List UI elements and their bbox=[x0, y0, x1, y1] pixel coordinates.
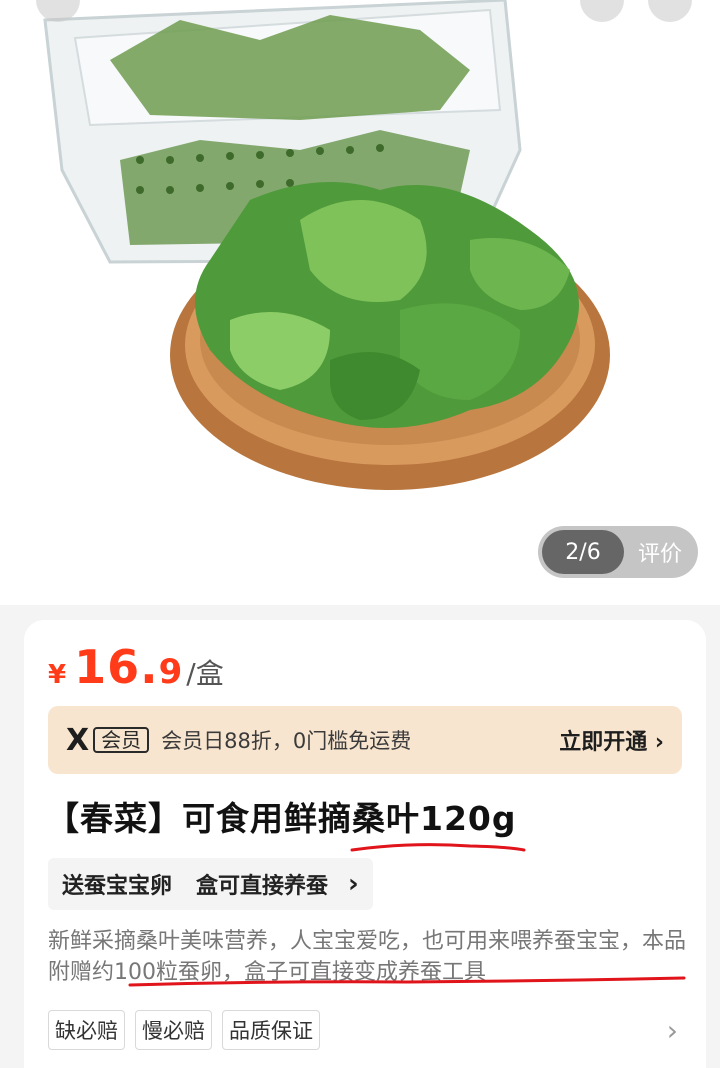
price: ¥ 16. 9 /盒 bbox=[48, 640, 224, 694]
gallery-pager[interactable]: 2/6 评价 bbox=[538, 526, 698, 578]
guarantee-missing: 缺必赔 bbox=[48, 1010, 125, 1050]
chevron-right-icon: › bbox=[348, 869, 359, 899]
price-integer: 16. bbox=[74, 640, 159, 694]
guarantee-badges[interactable]: 缺必赔 慢必赔 品质保证 bbox=[48, 1010, 330, 1050]
chevron-right-icon[interactable]: › bbox=[667, 1014, 678, 1047]
title-annotation-underline bbox=[350, 843, 526, 852]
description-annotation-underline bbox=[128, 976, 686, 987]
price-unit: /盒 bbox=[186, 657, 224, 690]
vip-banner[interactable]: X 会员 会员日88折，0门槛免运费 立即开通 › bbox=[48, 706, 682, 774]
product-image-gallery[interactable]: 2/6 评价 bbox=[0, 0, 720, 605]
vip-offer-text: 会员日88折，0门槛免运费 bbox=[161, 729, 412, 753]
gift-tag-box: 盒可直接养蚕 bbox=[196, 874, 329, 899]
gift-tag-row[interactable]: 送蚕宝宝卵 盒可直接养蚕 › bbox=[48, 858, 373, 910]
guarantee-quality: 品质保证 bbox=[222, 1010, 320, 1050]
product-photo bbox=[43, 0, 610, 490]
product-info-card: ¥ 16. 9 /盒 X 会员 会员日88折，0门槛免运费 立即开通 › 【春菜… bbox=[24, 620, 706, 1068]
vip-activate-button[interactable]: 立即开通 › bbox=[559, 724, 664, 756]
product-title: 【春菜】可食用鲜摘桑叶120g bbox=[46, 799, 517, 838]
vip-logo-icon: X bbox=[66, 722, 90, 758]
currency-symbol: ¥ bbox=[48, 660, 67, 690]
review-link[interactable]: 评价 bbox=[638, 536, 682, 568]
vip-tag: 会员 bbox=[93, 727, 150, 753]
gift-tag-eggs: 送蚕宝宝卵 bbox=[62, 874, 173, 899]
price-decimal: 9 bbox=[158, 652, 183, 692]
guarantee-late: 慢必赔 bbox=[135, 1010, 212, 1050]
page-indicator: 2/6 bbox=[542, 530, 624, 574]
